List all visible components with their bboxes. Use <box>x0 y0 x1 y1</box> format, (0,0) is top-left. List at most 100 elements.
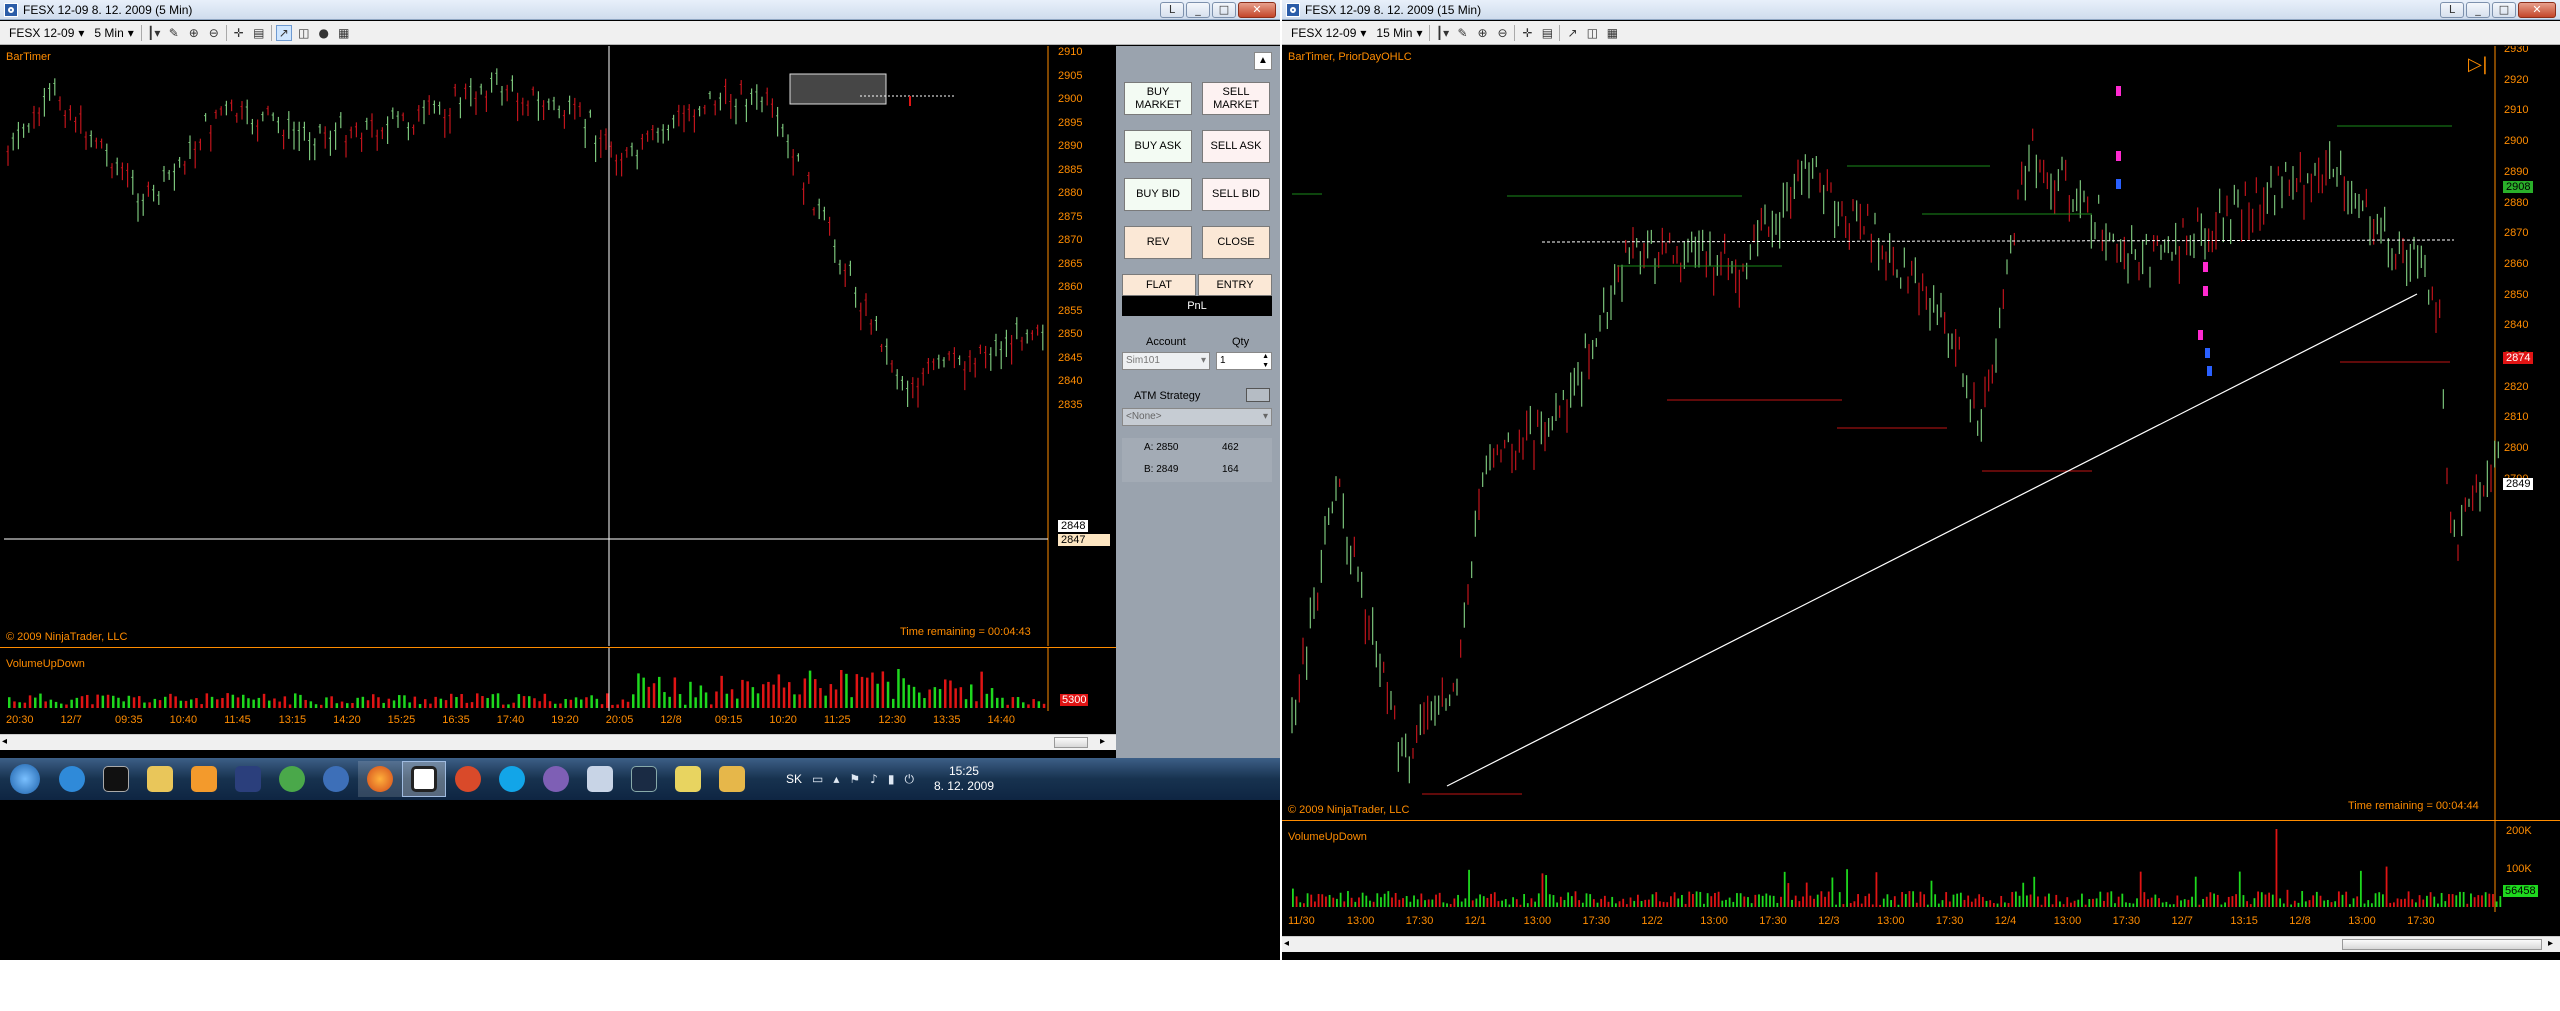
time-tick: 11:25 <box>823 714 851 726</box>
keyboard-icon[interactable]: ▭ <box>812 772 823 787</box>
price-tick: 2890 <box>1058 140 1083 152</box>
volume-bar <box>2018 895 2021 907</box>
taskbar-firefox[interactable] <box>358 761 402 797</box>
stepper-arrows-icon[interactable]: ▲ ▼ <box>1262 352 1269 370</box>
right-price-chart[interactable]: BarTimer, PriorDayOHLC ▷| © 2009 NinjaTr… <box>1282 46 2560 820</box>
flat-button[interactable]: FLAT <box>1122 274 1196 296</box>
taskbar-ninjatrader[interactable] <box>402 761 446 797</box>
instrument-selector[interactable]: FESX 12-09 ▾ <box>6 26 87 40</box>
volume-bar <box>1857 894 1859 907</box>
sell-bid-button[interactable]: SELL BID <box>1202 178 1270 211</box>
volume-bar <box>2492 894 2494 907</box>
left-titlebar[interactable]: FESX 12-09 8. 12. 2009 (5 Min) L _ □ ✕ <box>0 0 1280 20</box>
right-volume-panel[interactable]: VolumeUpDown 200K 100K 56458 <box>1282 820 2560 912</box>
taskbar-globe[interactable] <box>270 761 314 797</box>
zoom-out-icon[interactable]: ⊖ <box>1494 25 1510 41</box>
qty-stepper[interactable]: 1 ▲ ▼ <box>1216 352 1272 370</box>
atm-config-icon[interactable] <box>1246 388 1270 402</box>
close-button[interactable]: ✕ <box>1238 2 1276 18</box>
bar-type-icon[interactable]: ┃▾ <box>1434 25 1450 41</box>
strategies-icon[interactable]: ◫ <box>296 25 312 41</box>
sell-market-button[interactable]: SELL MARKET <box>1202 82 1270 115</box>
zoom-in-icon[interactable]: ⊕ <box>186 25 202 41</box>
scroll-thumb[interactable] <box>2342 939 2542 950</box>
draw-pencil-icon[interactable]: ✎ <box>1454 25 1470 41</box>
taskbar-calculator[interactable] <box>578 761 622 797</box>
taskbar-spreadsheet[interactable] <box>710 761 754 797</box>
close-position-button[interactable]: CLOSE <box>1202 226 1270 259</box>
buy-bid-button[interactable]: BUY BID <box>1124 178 1192 211</box>
network-icon[interactable]: ▮ <box>888 772 895 787</box>
zoom-in-icon[interactable]: ⊕ <box>1474 25 1490 41</box>
buy-market-button[interactable]: BUY MARKET <box>1124 82 1192 115</box>
interval-selector[interactable]: 5 Min ▾ <box>91 26 136 40</box>
sell-ask-button[interactable]: SELL ASK <box>1202 130 1270 163</box>
right-titlebar[interactable]: FESX 12-09 8. 12. 2009 (15 Min) L _ □ ✕ <box>1282 0 2560 20</box>
volume-icon[interactable]: ♪ <box>870 772 878 787</box>
flag-icon[interactable]: ⚑ <box>849 772 860 787</box>
scroll-right-icon[interactable]: ▸ <box>1100 736 1105 747</box>
taskbar-skype[interactable] <box>490 761 534 797</box>
taskbar-messenger[interactable] <box>534 761 578 797</box>
taskbar-tool[interactable] <box>226 761 270 797</box>
language-indicator[interactable]: SK <box>786 772 802 786</box>
volume-bar <box>1842 904 1845 907</box>
taskbar-thunderbird[interactable] <box>314 761 358 797</box>
maximize-button[interactable]: □ <box>2492 2 2516 18</box>
taskbar-app-dark[interactable] <box>622 761 666 797</box>
scroll-left-icon[interactable]: ◂ <box>1284 938 1289 949</box>
volume-bar <box>164 696 167 708</box>
tray-expand-icon[interactable]: ▴ <box>833 772 839 787</box>
left-volume-panel[interactable]: VolumeUpDown 5300 <box>0 647 1116 711</box>
scroll-thumb[interactable] <box>1054 737 1088 748</box>
taskbar-app-orange[interactable] <box>446 761 490 797</box>
taskbar-explorer[interactable] <box>138 761 182 797</box>
close-button[interactable]: ✕ <box>2518 2 2556 18</box>
minimize-button[interactable]: _ <box>1186 2 1210 18</box>
taskbar-ie[interactable] <box>50 761 94 797</box>
circle-icon[interactable]: ● <box>316 25 332 41</box>
scroll-right-icon[interactable]: ▸ <box>2548 938 2553 949</box>
minimize-button[interactable]: _ <box>2466 2 2490 18</box>
separator <box>140 24 142 41</box>
volume-bar <box>959 687 963 708</box>
volume-bar <box>247 698 250 708</box>
left-horizontal-scrollbar[interactable]: ◂ ▸ <box>0 734 1116 750</box>
strategies-icon[interactable]: ◫ <box>1584 25 1600 41</box>
zoom-out-icon[interactable]: ⊖ <box>206 25 222 41</box>
taskbar-terminal[interactable] <box>94 761 138 797</box>
left-price-chart[interactable]: BarTimer © 2009 NinjaTrader, LLC Time re… <box>0 46 1116 646</box>
right-horizontal-scrollbar[interactable]: ◂ ▸ <box>1282 936 2560 952</box>
indicators-icon[interactable]: ↗ <box>275 24 292 41</box>
collapse-up-icon[interactable]: ▲ <box>1254 52 1272 70</box>
properties-icon[interactable]: ▤ <box>1539 25 1555 41</box>
taskbar-media[interactable] <box>182 761 226 797</box>
maximize-button[interactable]: □ <box>1212 2 1236 18</box>
crosshair-icon[interactable]: ✛ <box>1519 25 1535 41</box>
interval-selector[interactable]: 15 Min ▾ <box>1373 26 1425 40</box>
bar-type-icon[interactable]: ┃▾ <box>146 25 162 41</box>
clock[interactable]: 15:25 8. 12. 2009 <box>934 764 994 794</box>
entry-button[interactable]: ENTRY <box>1198 274 1272 296</box>
link-button[interactable]: L <box>2440 2 2464 18</box>
link-button[interactable]: L <box>1160 2 1184 18</box>
volume-bar <box>996 697 999 708</box>
crosshair-icon[interactable]: ✛ <box>231 25 247 41</box>
chart-trader-icon[interactable]: ▦ <box>336 25 352 41</box>
draw-pencil-icon[interactable]: ✎ <box>166 25 182 41</box>
reverse-button[interactable]: REV <box>1124 226 1192 259</box>
start-button[interactable] <box>0 761 50 797</box>
volume-bar <box>86 694 89 708</box>
instrument-selector[interactable]: FESX 12-09 ▾ <box>1288 26 1369 40</box>
buy-ask-button[interactable]: BUY ASK <box>1124 130 1192 163</box>
volume-bar <box>1325 896 1327 907</box>
scroll-left-icon[interactable]: ◂ <box>2 736 7 747</box>
taskbar-notes[interactable] <box>666 761 710 797</box>
properties-icon[interactable]: ▤ <box>251 25 267 41</box>
volume-bar <box>1022 702 1025 708</box>
power-icon[interactable]: ⏻ <box>904 772 914 787</box>
chart-trader-icon[interactable]: ▦ <box>1604 25 1620 41</box>
atm-strategy-select[interactable]: <None> ▾ <box>1122 408 1272 426</box>
indicators-icon[interactable]: ↗ <box>1564 25 1580 41</box>
account-select[interactable]: Sim101 ▾ <box>1122 352 1210 370</box>
